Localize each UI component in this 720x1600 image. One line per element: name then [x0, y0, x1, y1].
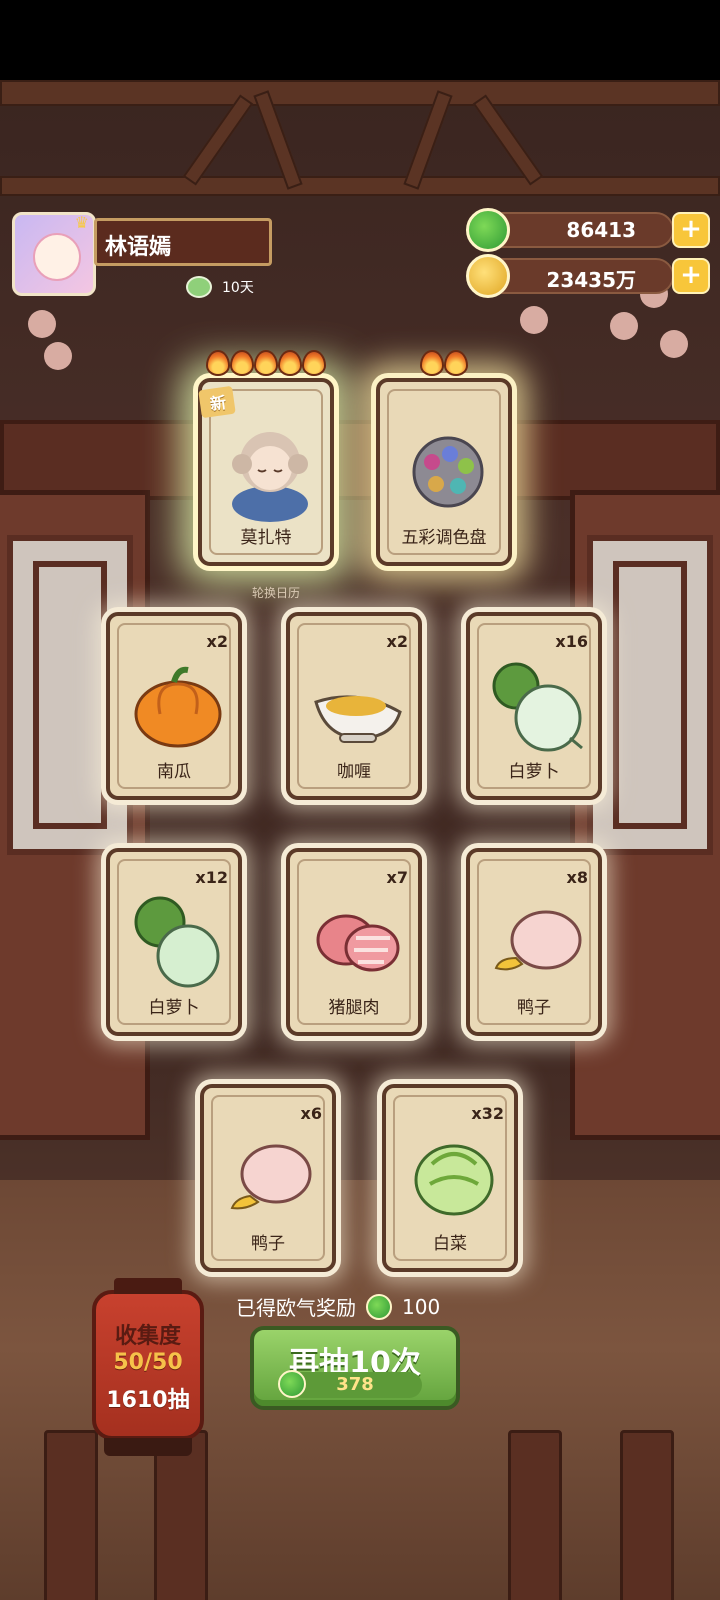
- wall-panel: [0, 420, 720, 500]
- mozart-portrait: [232, 432, 308, 522]
- collection-lantern[interactable]: 收集度 50/50 1610抽: [92, 1278, 204, 1456]
- card-item[interactable]: x12 白萝卜: [106, 848, 242, 1036]
- duck-icon: [494, 910, 582, 971]
- collection-title: 收集度: [114, 1324, 181, 1349]
- card-count: x2: [206, 632, 228, 651]
- card-name: 鸭子: [251, 1234, 285, 1254]
- jade-icon: [466, 208, 510, 252]
- wooden-post: [44, 1430, 98, 1600]
- rarity-flames: [380, 350, 508, 376]
- card-count: x12: [195, 868, 228, 887]
- card-item[interactable]: x32 白菜: [382, 1084, 518, 1272]
- rarity-flames: [202, 350, 330, 376]
- palette-icon: [412, 436, 484, 508]
- days-indicator: 10天: [186, 276, 254, 298]
- roof-beam: [182, 94, 254, 186]
- roof-beam: [472, 94, 544, 186]
- luck-reward: 已得欧气奖励 100: [236, 1292, 440, 1321]
- flame-icon: [254, 350, 278, 376]
- collection-progress: 50/50: [113, 1350, 183, 1375]
- draw-cost: 378: [278, 1370, 422, 1398]
- card-featured-item[interactable]: 五彩调色盘: [376, 350, 512, 566]
- lattice-window: [0, 490, 150, 1140]
- wooden-post: [620, 1430, 674, 1600]
- card-count: x6: [300, 1104, 322, 1123]
- add-coins-button[interactable]: +: [672, 258, 710, 294]
- blossom: [610, 312, 638, 340]
- blossom: [520, 306, 548, 334]
- jade-icon: [366, 1293, 392, 1320]
- new-badge: 新: [198, 385, 236, 419]
- add-jade-button[interactable]: +: [672, 212, 710, 248]
- card-item[interactable]: x2 咖喱: [286, 612, 422, 800]
- draw-again-button[interactable]: 再抽10次 378: [250, 1326, 460, 1410]
- card-name: 五彩调色盘: [401, 528, 487, 548]
- card-count: x8: [566, 868, 588, 887]
- coin-amount: 23435万: [546, 268, 636, 292]
- cabbage-icon: [414, 1144, 494, 1216]
- radish-icon: [492, 662, 583, 752]
- curry-icon: [314, 695, 402, 743]
- flame-icon: [302, 350, 326, 376]
- coconut-icon: [186, 276, 212, 298]
- flame-icon: [420, 350, 444, 376]
- card-count: x2: [386, 632, 408, 651]
- duck-icon: [230, 1144, 312, 1210]
- jade-icon: [278, 1370, 306, 1398]
- lattice-window: [570, 490, 720, 1140]
- rotation-calendar-link[interactable]: 轮换日历: [252, 584, 300, 601]
- flame-icon: [444, 350, 468, 376]
- flame-icon: [278, 350, 302, 376]
- blossom: [660, 330, 688, 358]
- crown-icon: ♛: [74, 213, 89, 232]
- card-name: 鸭子: [517, 998, 551, 1018]
- card-count: x16: [555, 632, 588, 651]
- card-name: 莫扎特: [240, 528, 292, 548]
- card-item[interactable]: x8 鸭子: [466, 848, 602, 1036]
- pork-leg-icon: [316, 914, 400, 972]
- card-item[interactable]: x16 白萝卜: [466, 612, 602, 800]
- blossom: [44, 342, 72, 370]
- card-name: 猪腿肉: [328, 998, 380, 1018]
- reward-label: 已得欧气奖励: [236, 1296, 356, 1320]
- card-name: 白萝卜: [148, 998, 200, 1018]
- roof-beam: [0, 176, 720, 196]
- card-featured-character[interactable]: 新 莫扎特: [198, 350, 334, 566]
- card-item[interactable]: x6 鸭子: [200, 1084, 336, 1272]
- wooden-post: [508, 1430, 562, 1600]
- card-item[interactable]: x7 猪腿肉: [286, 848, 422, 1036]
- flame-icon: [230, 350, 254, 376]
- player-name: 林语嫣: [94, 218, 272, 266]
- avatar-face: [33, 233, 81, 281]
- card-item[interactable]: x2 南瓜: [106, 612, 242, 800]
- card-name: 白菜: [433, 1234, 467, 1254]
- radish-icon: [134, 896, 220, 988]
- card-name: 南瓜: [157, 762, 191, 782]
- player-avatar[interactable]: ♛: [12, 212, 96, 296]
- draw-cost-value: 378: [336, 1374, 374, 1395]
- flame-icon: [206, 350, 230, 376]
- jade-amount: 86413: [566, 218, 636, 242]
- reward-value: 100: [402, 1294, 441, 1319]
- days-label: 10天: [222, 280, 254, 296]
- jade-balance: 86413 +: [466, 208, 710, 252]
- collection-draws: 1610抽: [106, 1388, 190, 1413]
- coin-balance: 23435万 +: [466, 254, 710, 298]
- card-count: x7: [386, 868, 408, 887]
- roof-beam: [0, 80, 720, 106]
- card-name: 咖喱: [337, 762, 371, 782]
- pumpkin-icon: [134, 666, 222, 748]
- blossom: [28, 310, 56, 338]
- card-name: 白萝卜: [508, 762, 560, 782]
- card-count: x32: [471, 1104, 504, 1123]
- coin-icon: [466, 254, 510, 298]
